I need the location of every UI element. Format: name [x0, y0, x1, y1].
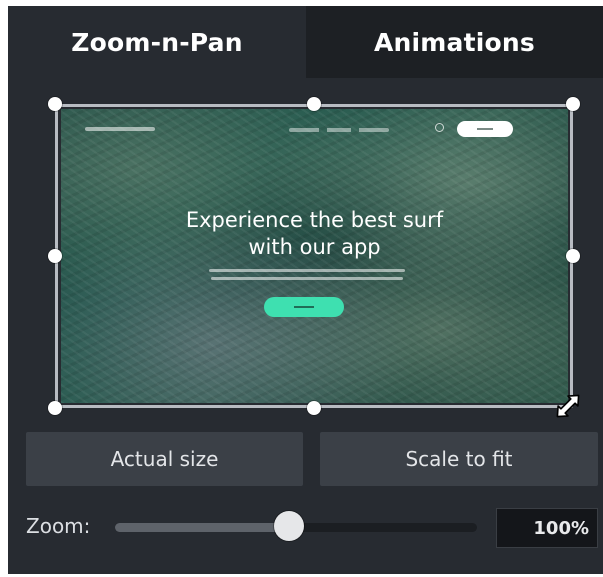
- handle-bottom-left[interactable]: [48, 401, 62, 415]
- handle-top-right[interactable]: [566, 97, 580, 111]
- zoom-value-input[interactable]: [496, 508, 598, 548]
- diagonal-resize-icon: [556, 394, 580, 418]
- handle-bottom-center[interactable]: [307, 401, 321, 415]
- zoom-label: Zoom:: [26, 514, 91, 538]
- actual-size-button[interactable]: Actual size: [26, 432, 303, 486]
- handle-middle-right[interactable]: [566, 249, 580, 263]
- handle-top-left[interactable]: [48, 97, 62, 111]
- scale-to-fit-button[interactable]: Scale to fit: [320, 432, 598, 486]
- handle-middle-left[interactable]: [48, 249, 62, 263]
- tab-animations[interactable]: Animations: [306, 6, 603, 78]
- zoom-slider-thumb[interactable]: [273, 511, 304, 541]
- zoom-slider-fill: [115, 523, 289, 532]
- zoom-pan-panel: Zoom-n-Pan Animations Experience the bes…: [8, 6, 603, 574]
- tab-zoom-n-pan[interactable]: Zoom-n-Pan: [8, 6, 306, 78]
- zoom-frame[interactable]: [55, 104, 573, 408]
- handle-top-center[interactable]: [307, 97, 321, 111]
- preview-area[interactable]: Experience the best surf with our app: [55, 104, 573, 408]
- tab-bar: Zoom-n-Pan Animations: [8, 6, 603, 78]
